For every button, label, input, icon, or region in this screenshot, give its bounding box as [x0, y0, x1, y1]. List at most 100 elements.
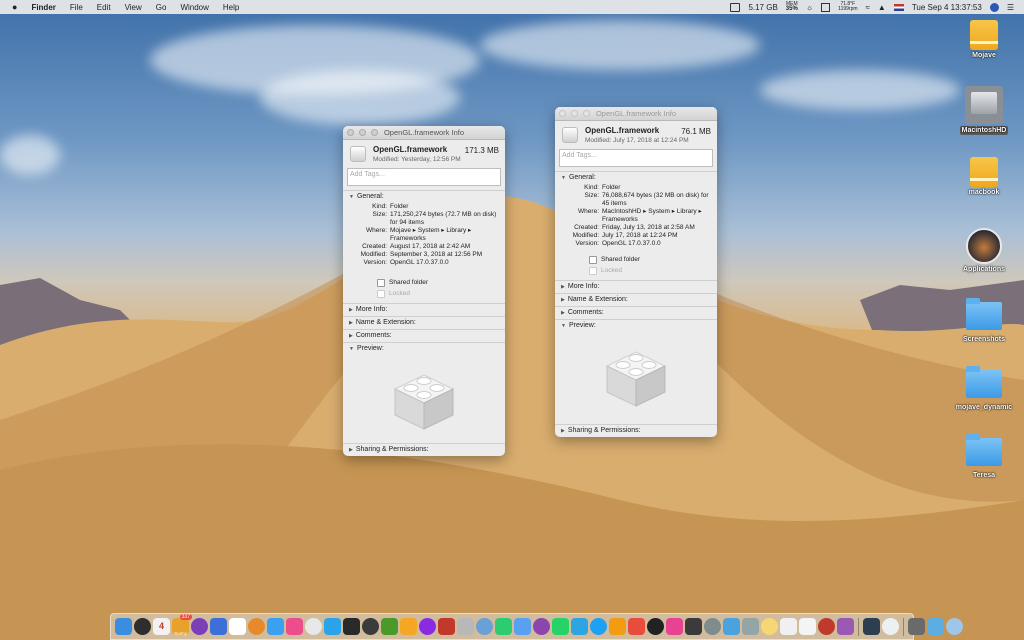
dock-app-icon[interactable]: [514, 618, 531, 635]
wifi-icon[interactable]: ≈: [866, 3, 870, 12]
desktop-icon-mojave[interactable]: Mojave: [949, 20, 1019, 59]
dock-app-icon[interactable]: [286, 618, 303, 635]
disclosure-closed-icon[interactable]: ▶: [349, 444, 353, 456]
menu-file[interactable]: File: [70, 3, 83, 12]
apple-icon[interactable]: ●: [12, 2, 17, 12]
dock-app-icon[interactable]: [324, 618, 341, 635]
brightness-icon[interactable]: ☼: [806, 3, 813, 12]
section-preview[interactable]: ▼ Preview:: [343, 342, 505, 355]
shared-folder-checkbox[interactable]: Shared folder: [377, 277, 505, 288]
section-sharing-permissions[interactable]: ▶ Sharing & Permissions:: [343, 443, 505, 456]
dock-app-icon[interactable]: [882, 618, 899, 635]
mem-percent[interactable]: MEM 35%: [786, 2, 798, 13]
disclosure-open-icon[interactable]: ▼: [561, 172, 566, 184]
section-name-extension[interactable]: ▶ Name & Extension:: [343, 316, 505, 329]
menu-edit[interactable]: Edit: [97, 3, 111, 12]
dock-app-icon[interactable]: [552, 618, 569, 635]
dock-app-icon[interactable]: [362, 618, 379, 635]
dock-app-icon[interactable]: [666, 618, 683, 635]
dock-app-icon[interactable]: [400, 618, 417, 635]
disclosure-closed-icon[interactable]: ▶: [561, 281, 565, 293]
section-preview[interactable]: ▼ Preview:: [555, 319, 717, 332]
section-general[interactable]: ▼ General:: [555, 171, 717, 184]
desktop-icon-macbook[interactable]: macbook: [949, 157, 1019, 196]
dock-app-icon[interactable]: [191, 618, 208, 635]
desktop-icon-macintoshhd[interactable]: MacintoshHD: [949, 86, 1019, 135]
dock-app-icon[interactable]: [267, 618, 284, 635]
dock-app-icon[interactable]: [647, 618, 664, 635]
desktop-icon-mojave-dynamic[interactable]: mojave_dynamic: [949, 366, 1019, 411]
dock-app-icon[interactable]: [609, 618, 626, 635]
dock-app-icon[interactable]: [837, 618, 854, 635]
disclosure-closed-icon[interactable]: ▶: [349, 317, 353, 329]
dock-app-icon[interactable]: [438, 618, 455, 635]
dock-app-icon[interactable]: [685, 618, 702, 635]
title-bar[interactable]: OpenGL.framework Info: [343, 126, 505, 140]
clock[interactable]: Tue Sep 4 13:37:53: [912, 3, 982, 12]
disclosure-open-icon[interactable]: ▼: [561, 320, 566, 332]
dock-app-icon[interactable]: [590, 618, 607, 635]
disclosure-closed-icon[interactable]: ▶: [561, 307, 565, 319]
section-general[interactable]: ▼ General:: [343, 190, 505, 203]
menu-go[interactable]: Go: [156, 3, 167, 12]
section-comments[interactable]: ▶ Comments:: [555, 306, 717, 319]
menu-list-icon[interactable]: ☰: [1007, 3, 1014, 12]
dock-app-icon[interactable]: [134, 618, 151, 635]
dock-app-icon[interactable]: [799, 618, 816, 635]
dock-app-icon[interactable]: [419, 618, 436, 635]
dock-app-icon[interactable]: [533, 618, 550, 635]
dock-app-icon[interactable]: [927, 618, 944, 635]
shared-folder-checkbox[interactable]: Shared folder: [589, 254, 717, 265]
user-avatar-icon[interactable]: [989, 2, 999, 12]
dock-app-icon[interactable]: [863, 618, 880, 635]
disclosure-open-icon[interactable]: ▼: [349, 343, 354, 355]
section-sharing-permissions[interactable]: ▶ Sharing & Permissions:: [555, 424, 717, 437]
title-bar[interactable]: OpenGL.framework Info: [555, 107, 717, 121]
memory-readout[interactable]: 5.17 GB: [748, 3, 777, 12]
section-name-extension[interactable]: ▶ Name & Extension:: [555, 293, 717, 306]
dock-app-icon[interactable]: [343, 618, 360, 635]
dock-app-icon[interactable]: [381, 618, 398, 635]
dock-app-icon[interactable]: [761, 618, 778, 635]
dock-app-icon[interactable]: [628, 618, 645, 635]
dock-app-icon[interactable]: [495, 618, 512, 635]
disclosure-closed-icon[interactable]: ▶: [561, 294, 565, 306]
dock-app-icon[interactable]: [704, 618, 721, 635]
section-more-info[interactable]: ▶ More Info:: [555, 280, 717, 293]
app-menu-finder[interactable]: Finder: [31, 3, 55, 12]
memory-chip-icon[interactable]: [730, 2, 741, 12]
dock-app-icon[interactable]: [457, 618, 474, 635]
dock-app-icon[interactable]: [742, 618, 759, 635]
desktop-icon-teresa[interactable]: Teresa: [949, 434, 1019, 479]
menu-view[interactable]: View: [125, 3, 142, 12]
cpu-icon[interactable]: [821, 2, 831, 12]
section-comments[interactable]: ▶ Comments:: [343, 329, 505, 342]
disclosure-closed-icon[interactable]: ▶: [349, 330, 353, 342]
dock-app-icon[interactable]: [210, 618, 227, 635]
dock-app-icon[interactable]: [818, 618, 835, 635]
dock-app-icon[interactable]: [229, 618, 246, 635]
dock-app-icon[interactable]: [780, 618, 797, 635]
dock-app-icon[interactable]: [115, 618, 132, 635]
volume-icon[interactable]: ▲: [878, 3, 886, 12]
dock-app-icon[interactable]: [723, 618, 740, 635]
dock-app-icon[interactable]: [248, 618, 265, 635]
dock-app-icon[interactable]: [908, 618, 925, 635]
dock-app-icon[interactable]: [476, 618, 493, 635]
disclosure-closed-icon[interactable]: ▶: [561, 425, 565, 437]
checkbox-box[interactable]: [589, 255, 597, 264]
tags-input[interactable]: Add Tags...: [559, 149, 713, 167]
disclosure-closed-icon[interactable]: ▶: [349, 304, 353, 316]
checkbox-box[interactable]: [377, 278, 385, 287]
dock-app-icon[interactable]: 337 Sunny: [172, 614, 192, 636]
dock-app-icon[interactable]: [571, 618, 588, 635]
menu-window[interactable]: Window: [180, 3, 208, 12]
dock-app-icon[interactable]: [305, 618, 322, 635]
menu-help[interactable]: Help: [223, 3, 239, 12]
desktop-icon-applications[interactable]: Applications: [949, 228, 1019, 273]
desktop-icon-screenshots[interactable]: Screenshots: [949, 298, 1019, 343]
keyboard-flag-icon[interactable]: [893, 3, 904, 11]
sensor-readout[interactable]: 71.8°F 1199rpm: [838, 2, 857, 12]
dock-app-icon[interactable]: [946, 618, 963, 635]
section-more-info[interactable]: ▶ More Info:: [343, 303, 505, 316]
